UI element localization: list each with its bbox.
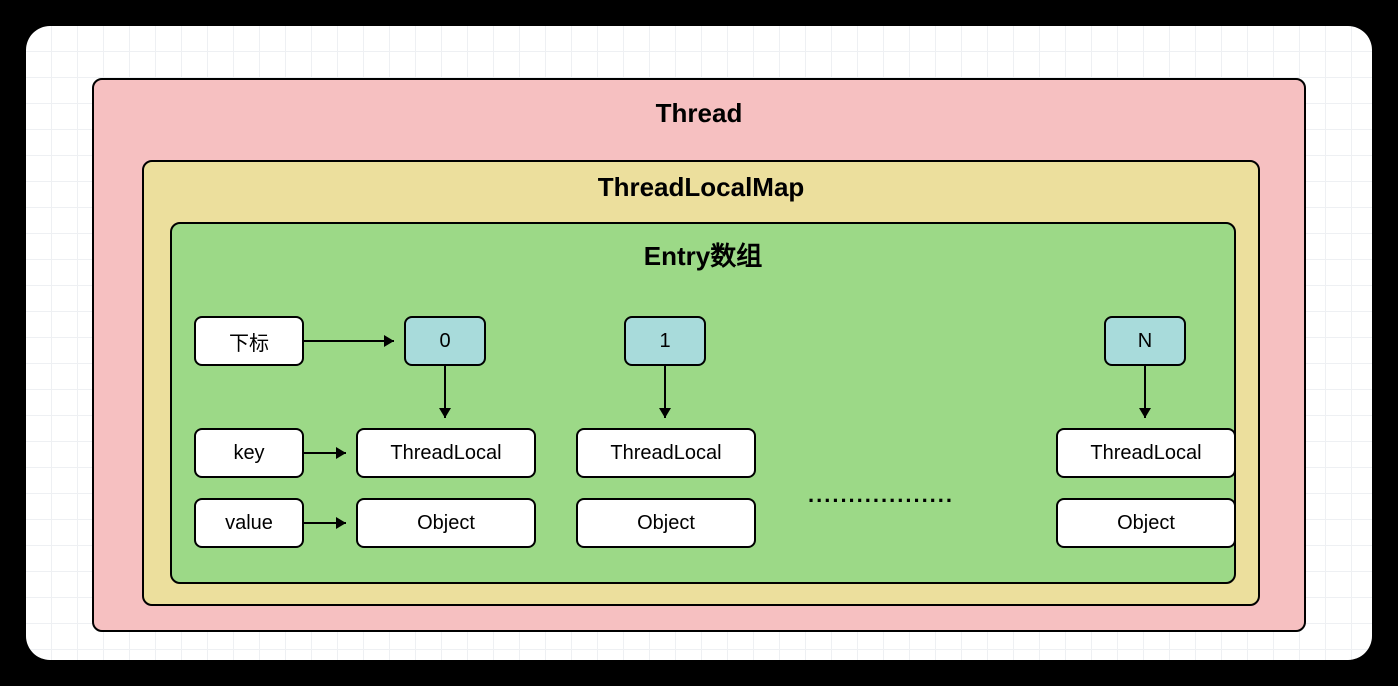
key-1: ThreadLocal (576, 428, 756, 478)
index-1: 1 (624, 316, 706, 366)
ellipsis: .................. (808, 482, 954, 508)
threadlocalmap-container: ThreadLocalMap Entry数组 下标 key value 0 Th… (142, 160, 1260, 606)
diagram-canvas: Thread ThreadLocalMap Entry数组 下标 key val… (26, 26, 1372, 660)
label-value: value (194, 498, 304, 548)
value-1: Object (576, 498, 756, 548)
key-0: ThreadLocal (356, 428, 536, 478)
value-0: Object (356, 498, 536, 548)
index-0: 0 (404, 316, 486, 366)
key-n: ThreadLocal (1056, 428, 1236, 478)
entry-array-title: Entry数组 (172, 236, 1234, 273)
label-index: 下标 (194, 316, 304, 366)
entry-array-container: Entry数组 下标 key value 0 ThreadLocal Objec… (170, 222, 1236, 584)
threadlocalmap-title: ThreadLocalMap (144, 172, 1258, 203)
value-n: Object (1056, 498, 1236, 548)
thread-container: Thread ThreadLocalMap Entry数组 下标 key val… (92, 78, 1306, 632)
label-key: key (194, 428, 304, 478)
index-n: N (1104, 316, 1186, 366)
thread-title: Thread (94, 98, 1304, 129)
